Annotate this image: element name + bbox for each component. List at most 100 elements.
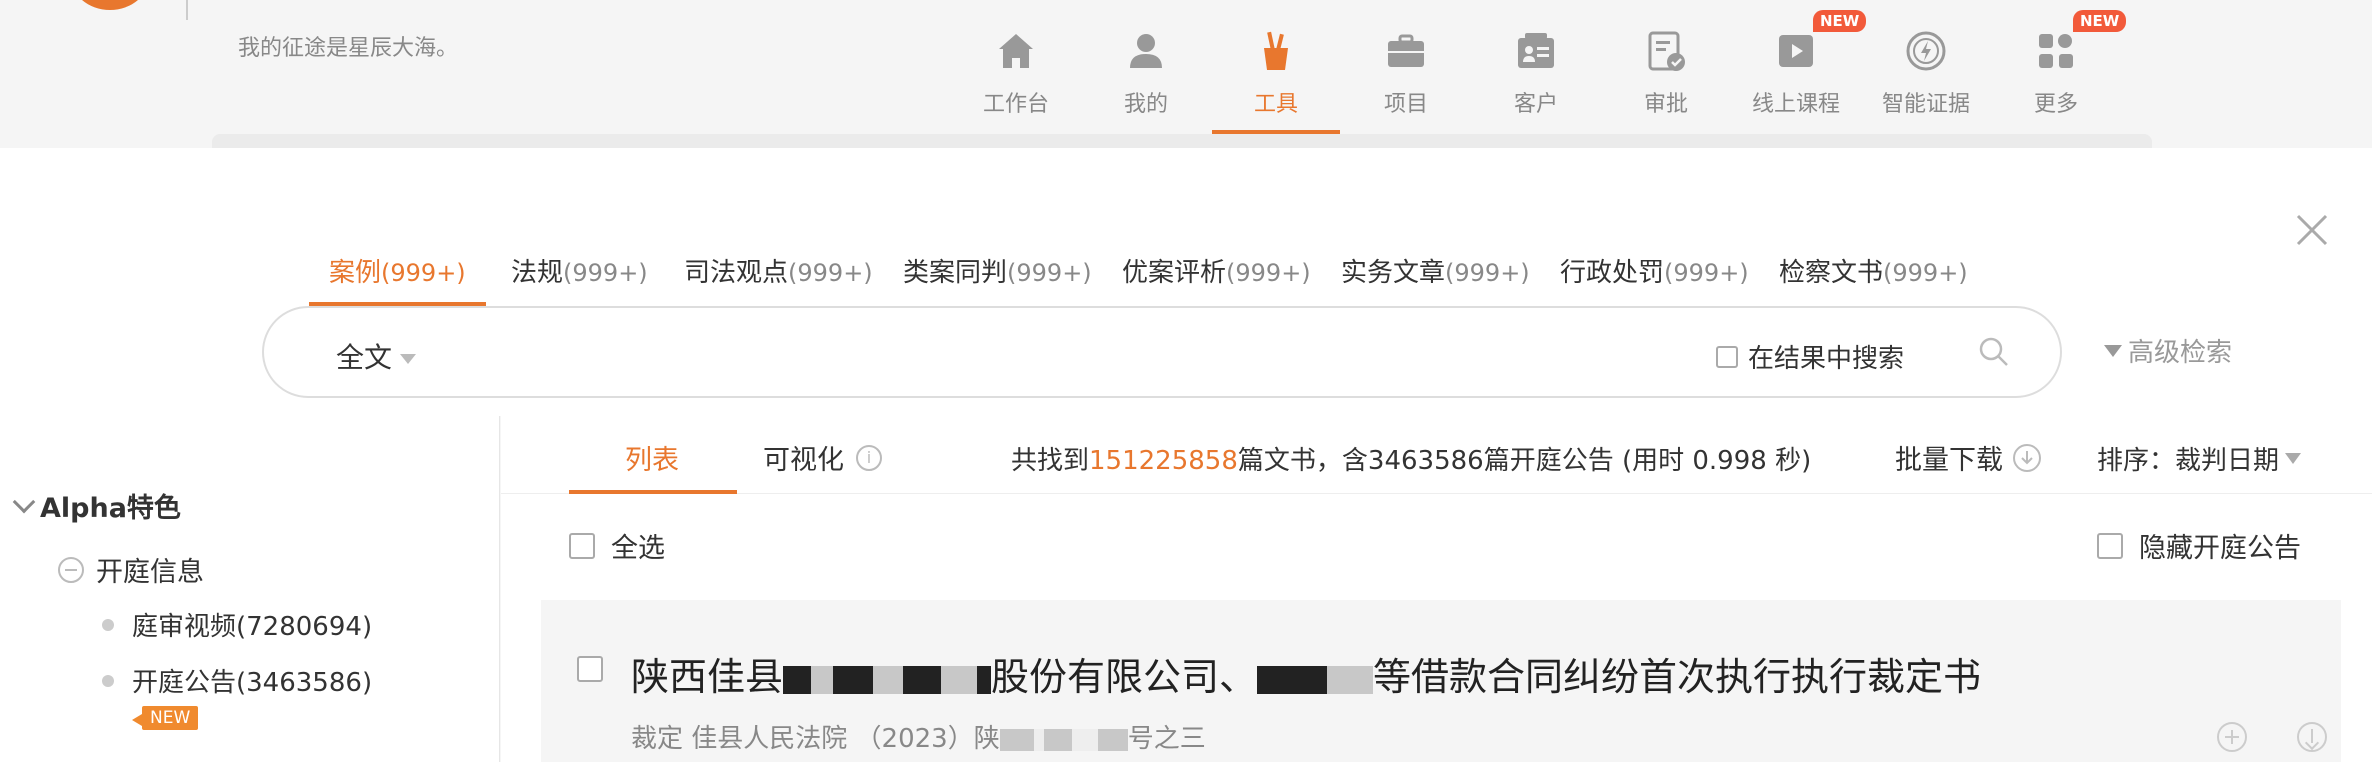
nav-online-course[interactable]: NEW 线上课程 [1732, 10, 1867, 134]
item-label: 开庭公告(3463586) [132, 668, 373, 698]
sidebar-item-trial-videos[interactable]: 庭审视频(7280694) [102, 606, 372, 643]
meta-part: 号之三 [1127, 724, 1206, 754]
user-icon [1123, 28, 1169, 74]
select-all-checkbox[interactable]: 全选 [569, 526, 665, 565]
result-checkbox[interactable] [577, 656, 603, 682]
search-input[interactable] [454, 328, 1934, 380]
sidebar-item-court-notices[interactable]: 开庭公告(3463586) [102, 662, 372, 699]
nav-workbench[interactable]: 工作台 [952, 24, 1080, 134]
active-tab-underline [569, 490, 737, 494]
scope-label: 全文 [336, 341, 393, 374]
smart-evidence-icon [1903, 28, 1949, 74]
logo-divider [186, 0, 188, 20]
tab-list-view[interactable]: 列表 [625, 438, 679, 477]
tools-icon [1253, 28, 1299, 74]
in-result-label: 在结果中搜索 [1748, 344, 1905, 374]
tab-label: 检察文书 [1779, 258, 1884, 288]
tab-case-reviews[interactable]: 优案评析(999+) [1122, 244, 1311, 306]
stats-suffix: 篇文书，含3463586篇开庭公告 (用时 0.998 秒) [1237, 446, 1812, 476]
redaction-mark [977, 665, 992, 694]
new-badge: NEW [131, 706, 199, 730]
chevron-down-icon [12, 490, 36, 513]
redaction-mark [783, 665, 812, 694]
redaction-mark [999, 728, 1034, 751]
tab-count: (999+) [381, 259, 466, 287]
more-grid-icon: NEW [2033, 10, 2127, 74]
tab-label: 行政处罚 [1560, 258, 1665, 288]
tab-label: 实务文章 [1341, 258, 1446, 288]
tab-label: 可视化 [763, 445, 844, 476]
tab-label: 优案评析 [1122, 258, 1227, 288]
nav-label: 智能证据 [1881, 92, 1970, 117]
checkbox-icon [2097, 532, 2123, 559]
nav-approval[interactable]: 审批 [1602, 24, 1730, 134]
title-part: 陕西佳县 [631, 655, 784, 699]
new-badge: NEW [1813, 10, 1867, 32]
category-tabs: 案例(999+) 法规(999+) 司法观点(999+) 类案同判(999+) … [0, 244, 2372, 306]
redaction-mark [833, 665, 874, 694]
nav-more[interactable]: NEW 更多 [1992, 10, 2127, 134]
tab-visualization[interactable]: 可视化 i [763, 438, 882, 477]
advanced-label: 高级检索 [2128, 338, 2233, 368]
result-item[interactable]: 陕西佳县 股份有限公司、 等借款合同纠纷首次执行执行裁定书 裁定 佳县人民法院 （2… [541, 600, 2341, 762]
main-nav: 工作台 我的 工具 项目 客户 审批 NEW 线上课程 智能证据 NEW 更多 [0, 10, 2372, 134]
tab-label: 案例 [329, 258, 382, 288]
nav-label: 审批 [1643, 92, 1688, 117]
nav-clients[interactable]: 客户 [1472, 24, 1600, 134]
redaction-mark [811, 665, 834, 694]
title-part: 股份有限公司、 [991, 655, 1258, 699]
tab-cases[interactable]: 案例(999+) [309, 244, 486, 306]
sort-select[interactable]: 排序：裁判日期 [2097, 440, 2302, 477]
nav-label: 更多 [2033, 92, 2078, 117]
result-title[interactable]: 陕西佳县 股份有限公司、 等借款合同纠纷首次执行执行裁定书 [631, 646, 1981, 701]
nav-tools[interactable]: 工具 [1212, 24, 1340, 134]
tab-count: (999+) [1883, 259, 1968, 287]
hide-court-notices-checkbox[interactable]: 隐藏开庭公告 [2097, 526, 2301, 565]
tab-practice-articles[interactable]: 实务文章(999+) [1341, 244, 1530, 306]
new-badge: NEW [2073, 10, 2127, 32]
tab-similar-cases[interactable]: 类案同判(999+) [903, 244, 1092, 306]
nav-label: 工具 [1253, 92, 1298, 117]
nav-mine[interactable]: 我的 [1082, 24, 1210, 134]
tab-laws[interactable]: 法规(999+) [511, 244, 648, 306]
caret-down-icon [2285, 453, 2302, 464]
result-meta: 裁定 佳县人民法院 （2023）陕 号之三 [631, 718, 1206, 755]
tab-judicial-views[interactable]: 司法观点(999+) [684, 244, 873, 306]
search-in-results-checkbox[interactable]: 在结果中搜索 [1716, 338, 1904, 375]
nav-smart-evidence[interactable]: 智能证据 [1862, 24, 1990, 134]
tab-label: 法规 [511, 258, 564, 288]
download-icon [2013, 443, 2041, 472]
redaction-mark [873, 665, 904, 694]
approval-icon [1643, 28, 1689, 74]
nav-label: 客户 [1513, 92, 1558, 117]
results-main: 列表 可视化 i 共找到151225858篇文书，含3463586篇开庭公告 (用… [501, 416, 2372, 762]
redaction-mark [941, 665, 978, 694]
add-icon[interactable] [2217, 722, 2247, 752]
search-icon[interactable] [1976, 334, 2012, 370]
tab-procuratorate-docs[interactable]: 检察文书(999+) [1779, 244, 1968, 306]
sidebar-group-court-info[interactable]: 开庭信息 [58, 550, 204, 589]
group-label: 开庭信息 [96, 557, 204, 588]
sidebar-section-alpha[interactable]: Alpha特色 [12, 486, 181, 525]
caret-down-icon [2104, 344, 2122, 357]
bulk-download-button[interactable]: 批量下载 [1895, 438, 2041, 477]
collapse-icon [58, 556, 84, 583]
tab-admin-penalty[interactable]: 行政处罚(999+) [1560, 244, 1749, 306]
close-icon[interactable] [2294, 212, 2330, 248]
redaction-mark [1043, 728, 1072, 751]
sidebar-title: Alpha特色 [40, 493, 181, 524]
info-icon[interactable]: i [856, 444, 882, 471]
download-icon[interactable] [2297, 722, 2327, 752]
redaction-mark [1071, 728, 1098, 751]
search-scope-select[interactable]: 全文 [336, 336, 417, 376]
sort-label: 排序：裁判日期 [2097, 446, 2280, 476]
redaction-mark [903, 665, 942, 694]
result-stats: 共找到151225858篇文书，含3463586篇开庭公告 (用时 0.998 … [1011, 440, 1811, 477]
redaction-mark [1257, 665, 1328, 694]
logo[interactable] [70, 0, 150, 10]
hide-open-label: 隐藏开庭公告 [2139, 533, 2301, 564]
advanced-search-link[interactable]: 高级检索 [2104, 332, 2232, 369]
redaction-mark [1097, 728, 1128, 751]
nav-projects[interactable]: 项目 [1342, 24, 1470, 134]
meta-part: 裁定 佳县人民法院 （2023）陕 [631, 724, 1000, 754]
